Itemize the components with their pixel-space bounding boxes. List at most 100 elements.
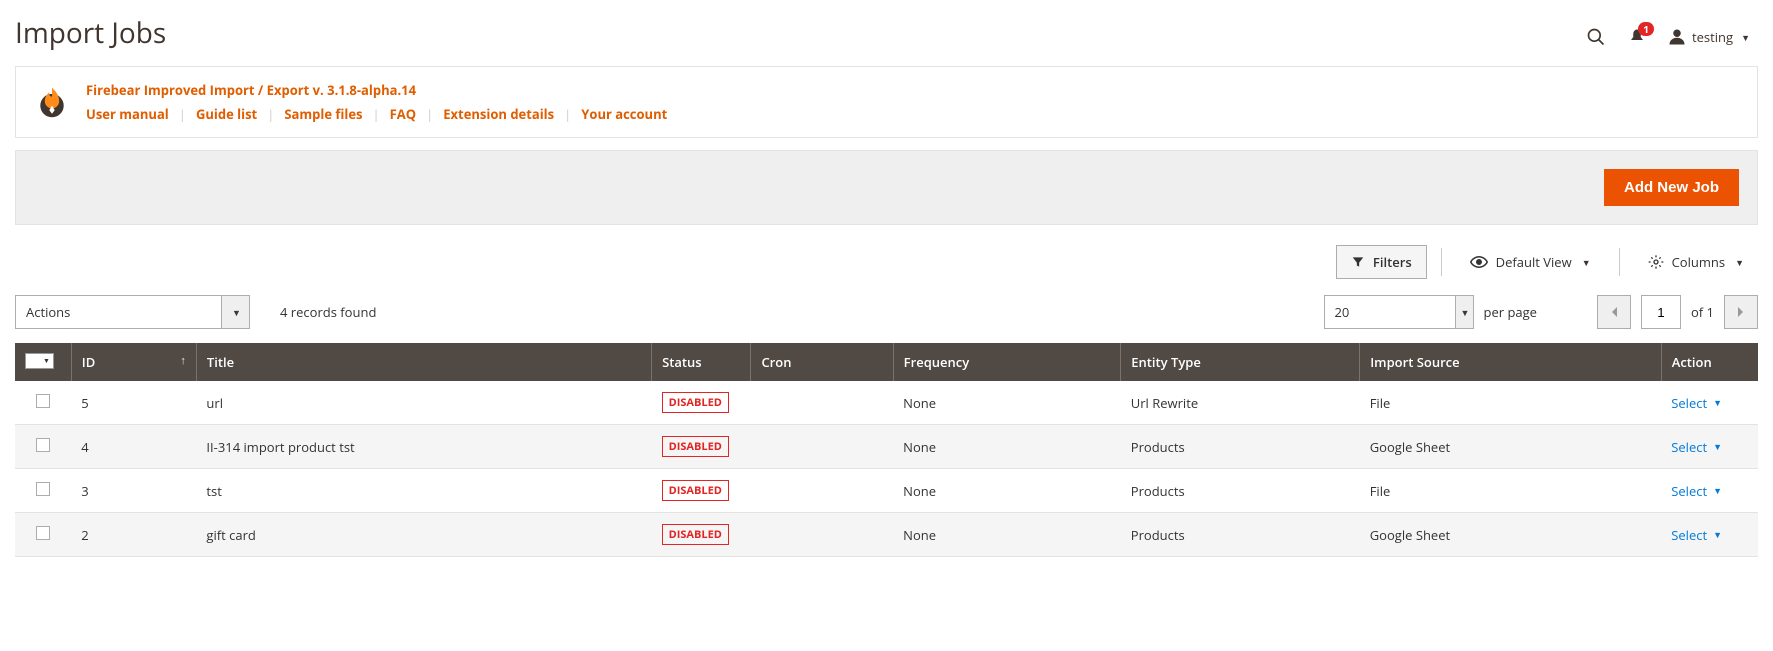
row-checkbox[interactable]: [36, 482, 50, 496]
table-row[interactable]: 3tst DISABLED NoneProductsFile Select ▼: [15, 469, 1758, 513]
cell-cron: [751, 425, 893, 469]
filters-button[interactable]: Filters: [1336, 245, 1427, 279]
jobs-table: ▼ ID↑ Title Status Cron Frequency Entity…: [15, 343, 1758, 557]
add-new-job-button[interactable]: Add New Job: [1604, 169, 1739, 206]
table-row[interactable]: 4II-314 import product tstDISABLED NonePr…: [15, 425, 1758, 469]
notifications-icon[interactable]: 1: [1628, 28, 1646, 46]
cell-entity: Products: [1121, 469, 1360, 513]
row-select-dropdown[interactable]: Select ▼: [1671, 438, 1722, 456]
chevron-left-icon: [1610, 306, 1618, 318]
chevron-down-icon: ▼: [1713, 528, 1722, 541]
status-badge: DISABLED: [662, 392, 729, 413]
col-title[interactable]: Title: [196, 343, 651, 381]
status-badge: DISABLED: [662, 480, 729, 501]
cell-cron: [751, 513, 893, 557]
link-your-account[interactable]: Your account: [581, 105, 667, 123]
username: testing: [1692, 28, 1733, 46]
chevron-down-icon: ▼: [1733, 256, 1744, 269]
cell-title: url: [196, 381, 651, 425]
row-checkbox[interactable]: [36, 526, 50, 540]
cell-source: File: [1360, 381, 1662, 425]
cell-source: Google Sheet: [1360, 513, 1662, 557]
cell-title: gift card: [196, 513, 651, 557]
cell-frequency: None: [893, 513, 1121, 557]
per-page-select[interactable]: 20 ▼: [1324, 295, 1474, 329]
cell-id: 5: [71, 381, 196, 425]
search-icon[interactable]: [1586, 27, 1606, 47]
next-page-button[interactable]: [1724, 295, 1758, 329]
cell-entity: Url Rewrite: [1121, 381, 1360, 425]
chevron-down-icon: ▼: [41, 357, 52, 366]
col-select-all[interactable]: ▼: [15, 343, 71, 381]
col-frequency[interactable]: Frequency: [893, 343, 1121, 381]
cell-id: 4: [71, 425, 196, 469]
user-menu[interactable]: testing ▼: [1668, 28, 1750, 46]
link-extension-details[interactable]: Extension details: [443, 105, 554, 123]
col-id[interactable]: ID↑: [71, 343, 196, 381]
funnel-icon: [1351, 255, 1365, 269]
link-sample-files[interactable]: Sample files: [284, 105, 362, 123]
table-row[interactable]: 2gift cardDISABLEDNoneProductsGoogle She…: [15, 513, 1758, 557]
col-status[interactable]: Status: [652, 343, 751, 381]
chevron-down-icon: ▼: [1580, 256, 1591, 269]
records-found: 4 records found: [280, 303, 376, 321]
columns-label: Columns: [1672, 253, 1725, 271]
columns-dropdown[interactable]: Columns ▼: [1634, 246, 1758, 278]
extension-links: User manual| Guide list| Sample files| F…: [86, 105, 667, 123]
col-import-source[interactable]: Import Source: [1360, 343, 1662, 381]
default-view-label: Default View: [1496, 253, 1572, 271]
action-bar: Add New Job: [15, 150, 1758, 225]
cell-action: Select ▼: [1661, 469, 1758, 513]
default-view-dropdown[interactable]: Default View ▼: [1456, 246, 1605, 278]
link-guide-list[interactable]: Guide list: [196, 105, 257, 123]
col-entity-type[interactable]: Entity Type: [1121, 343, 1360, 381]
prev-page-button[interactable]: [1597, 295, 1631, 329]
status-badge: DISABLED: [662, 524, 729, 545]
chevron-down-icon: ▼: [1713, 440, 1722, 453]
cell-cron: [751, 469, 893, 513]
row-select-dropdown[interactable]: Select ▼: [1671, 526, 1722, 544]
cell-status: DISABLED: [652, 425, 751, 469]
eye-icon: [1470, 256, 1488, 268]
chevron-right-icon: [1737, 306, 1745, 318]
cell-action: Select ▼: [1661, 381, 1758, 425]
cell-frequency: None: [893, 425, 1121, 469]
row-checkbox[interactable]: [36, 394, 50, 408]
cell-title: tst: [196, 469, 651, 513]
cell-title: II-314 import product tst: [196, 425, 651, 469]
cell-cron: [751, 381, 893, 425]
mass-actions-dropdown[interactable]: Actions ▼: [15, 295, 250, 329]
row-select-dropdown[interactable]: Select ▼: [1671, 394, 1722, 412]
cell-action: Select ▼: [1661, 513, 1758, 557]
page-title: Import Jobs: [15, 14, 166, 52]
cell-frequency: None: [893, 469, 1121, 513]
mass-actions-label: Actions: [26, 303, 70, 321]
extension-title: Firebear Improved Import / Export v. 3.1…: [86, 81, 667, 105]
col-cron[interactable]: Cron: [751, 343, 893, 381]
cell-id: 3: [71, 469, 196, 513]
chevron-down-icon: ▼: [230, 306, 241, 319]
row-checkbox[interactable]: [36, 438, 50, 452]
col-action: Action: [1661, 343, 1758, 381]
page-of-label: of 1: [1691, 303, 1714, 321]
row-select-dropdown[interactable]: Select ▼: [1671, 482, 1722, 500]
cell-entity: Products: [1121, 425, 1360, 469]
extension-info-bar: Firebear Improved Import / Export v. 3.1…: [15, 66, 1758, 138]
chevron-down-icon: ▼: [1459, 306, 1470, 319]
cell-status: DISABLED: [652, 381, 751, 425]
cell-entity: Products: [1121, 513, 1360, 557]
chevron-down-icon: ▼: [1739, 31, 1750, 44]
link-faq[interactable]: FAQ: [390, 105, 416, 123]
firebear-logo-icon: [34, 84, 70, 120]
filters-label: Filters: [1373, 253, 1412, 271]
cell-source: File: [1360, 469, 1662, 513]
cell-status: DISABLED: [652, 513, 751, 557]
page-input[interactable]: [1641, 295, 1681, 329]
per-page-label: per page: [1484, 303, 1537, 321]
link-user-manual[interactable]: User manual: [86, 105, 169, 123]
table-row[interactable]: 5urlDISABLEDNoneUrl RewriteFileSelect ▼: [15, 381, 1758, 425]
cell-status: DISABLED: [652, 469, 751, 513]
sort-asc-icon: ↑: [180, 353, 186, 368]
notification-badge: 1: [1638, 22, 1654, 36]
cell-source: Google Sheet: [1360, 425, 1662, 469]
